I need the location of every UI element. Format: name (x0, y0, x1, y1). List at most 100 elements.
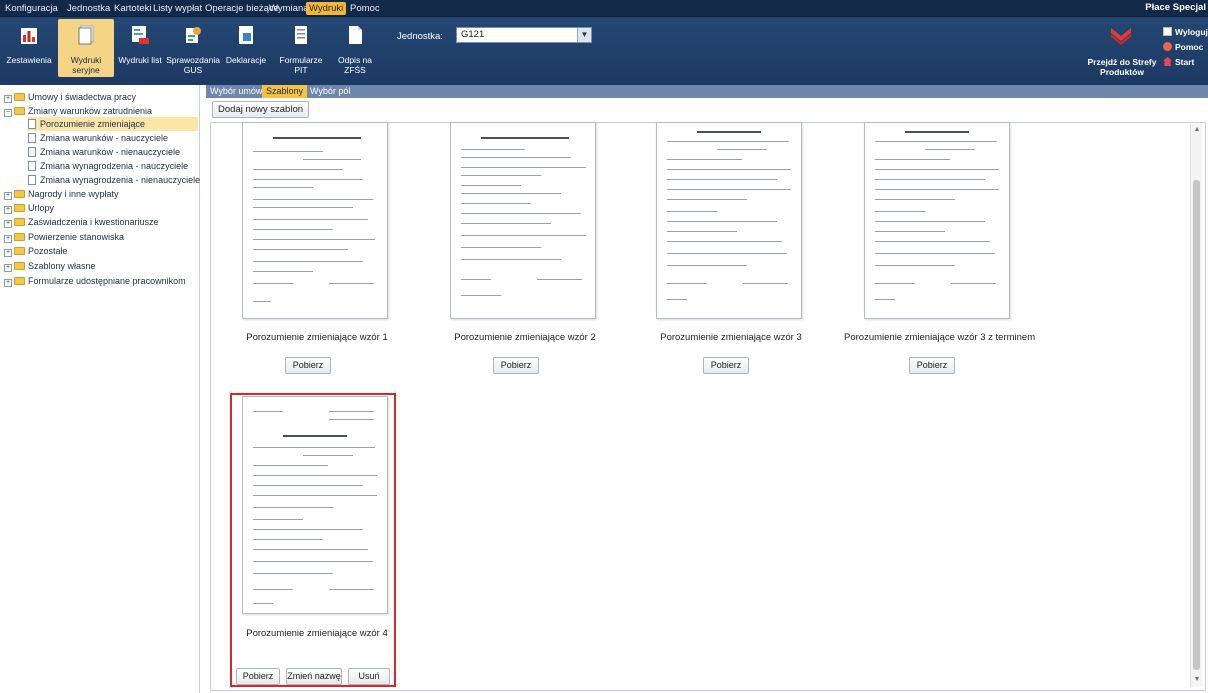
tree-item-porozumienie[interactable]: Porozumienie zmieniające (28, 117, 198, 131)
tree-item-label: Nagrody i inne wypłaty (28, 189, 119, 199)
template-preview[interactable] (656, 122, 802, 319)
tree-item-zmiana-warunkow-nauczyciele[interactable]: Zmiana warunków - nauczyciele (28, 131, 168, 145)
expand-icon[interactable]: + (4, 192, 12, 200)
help-link[interactable]: Pomoc (1163, 42, 1203, 52)
tree-item-label: Zmiany warunków zatrudnienia (28, 106, 153, 116)
help-icon (1163, 42, 1172, 51)
tree-item-powierzenie[interactable]: + Powierzenie stanowiska (4, 230, 124, 244)
document-icon (28, 147, 36, 157)
tree-item-label: Pozostałe (28, 246, 68, 256)
tab-wybor-pol[interactable]: Wybór pól (306, 85, 354, 98)
tree-item-urlopy[interactable]: + Urlopy (4, 201, 54, 215)
folder-icon (14, 218, 25, 226)
folder-icon (14, 107, 25, 115)
gus-report-icon (186, 27, 201, 43)
document-icon (28, 133, 36, 143)
vertical-scrollbar[interactable]: ▲ ▼ (1190, 124, 1202, 687)
download-button[interactable]: Pobierz (493, 357, 539, 374)
tree-item-label: Powierzenie stanowiska (28, 232, 125, 242)
tree-item-label: Zmiana warunków - nauczyciele (40, 133, 169, 143)
menu-wydruki[interactable]: Wydruki (306, 2, 347, 15)
tree-item-zmiana-warunkow-nienauczyciele[interactable]: Zmiana warunków - nienauczyciele (28, 145, 180, 159)
top-bar: Konfiguracja Jednostka Kartoteki Listy w… (0, 0, 1208, 85)
menu-listy-wyplat[interactable]: Listy wypłat (150, 2, 205, 15)
toolbar-wydruki-list-button[interactable]: Wydruki list (116, 19, 164, 77)
collapse-icon[interactable]: − (4, 109, 12, 117)
menu-konfiguracja[interactable]: Konfiguracja (2, 2, 61, 15)
toolbar-label: Odpis na ZFŚS (337, 55, 373, 75)
tree-item-zmiana-wynagrodzenia-nauczyciele[interactable]: Zmiana wynagrodzenia - nauczyciele (28, 159, 188, 173)
download-button[interactable]: Pobierz (236, 668, 280, 685)
tree-item-label: Szablony własne (28, 261, 96, 271)
toolbar-deklaracje-button[interactable]: Deklaracje (222, 19, 270, 77)
expand-icon[interactable]: + (4, 235, 12, 243)
toolbar-label: Deklaracje (225, 55, 267, 65)
toolbar-label: Zestawienia (6, 55, 52, 65)
help-label: Pomoc (1175, 42, 1204, 52)
menu-jednostka[interactable]: Jednostka (64, 2, 113, 15)
chevron-down-icon[interactable]: ▼ (577, 28, 591, 42)
rename-button[interactable]: Zmień nazwę (286, 668, 342, 685)
download-button[interactable]: Pobierz (285, 357, 331, 374)
add-template-button[interactable]: Dodaj nowy szablon (212, 101, 310, 118)
zfss-icon (349, 26, 362, 44)
tree-item-label: Zaświadczenia i kwestionariusze (28, 217, 159, 227)
delete-button[interactable]: Usuń (348, 668, 390, 685)
menu-wymiana[interactable]: Wymiana (266, 2, 312, 15)
menu-pomoc[interactable]: Pomoc (347, 2, 383, 15)
strefy-label: Przejdź do Strefy Produktów (1087, 57, 1157, 77)
expand-icon[interactable]: + (4, 249, 12, 257)
tab-bar: Wybór umów Szablony Wybór pól (206, 85, 1208, 98)
template-preview[interactable] (864, 122, 1010, 319)
template-preview[interactable] (450, 122, 596, 319)
home-icon (1163, 57, 1172, 66)
toolbar-formularze-pit-button[interactable]: Formularze PIT (272, 19, 330, 77)
pdf-list-icon (132, 26, 149, 44)
tree-item-zmiany-warunkow[interactable]: − Zmiany warunków zatrudnienia (4, 104, 152, 118)
tree-item-nagrody[interactable]: + Nagrody i inne wypłaty (4, 187, 119, 201)
tree-item-label: Zmiana warunków - nienauczyciele (40, 147, 181, 157)
bar-chart-icon (21, 28, 37, 44)
menu-kartoteki[interactable]: Kartoteki (111, 2, 155, 15)
folder-icon (14, 93, 25, 101)
toolbar-label: Wydruki seryjne (70, 55, 102, 75)
tree-item-formularze-udostepniane[interactable]: + Formularze udostępniane pracownikom (4, 274, 186, 288)
document-icon (28, 175, 36, 185)
expand-icon[interactable]: + (4, 264, 12, 272)
strefy-produktow-button[interactable]: Przejdź do Strefy Produktów (1088, 19, 1156, 79)
jednostka-select[interactable]: G121 ▼ (456, 27, 592, 43)
expand-icon[interactable]: + (4, 95, 12, 103)
chevron-down-icon (1111, 28, 1131, 45)
folder-icon (14, 247, 25, 255)
scroll-down-icon[interactable]: ▼ (1193, 676, 1201, 684)
folder-icon (14, 204, 25, 212)
logout-link[interactable]: Wyloguj s (1163, 27, 1208, 37)
tree-item-zmiana-wynagrodzenia-nienauczyciele[interactable]: Zmiana wynagrodzenia - nienauczyciele (28, 173, 200, 187)
template-preview[interactable] (242, 122, 388, 319)
tree-item-szablony-wlasne[interactable]: + Szablony własne (4, 259, 96, 273)
tree-item-pozostale[interactable]: + Pozostałe (4, 244, 68, 258)
expand-icon[interactable]: + (4, 220, 12, 228)
download-button[interactable]: Pobierz (909, 357, 955, 374)
tab-wybor-umow[interactable]: Wybór umów (206, 85, 266, 98)
start-link[interactable]: Start (1163, 57, 1194, 67)
download-button[interactable]: Pobierz (703, 357, 749, 374)
toolbar-odpis-zfss-button[interactable]: Odpis na ZFŚS (330, 19, 380, 77)
logout-icon (1163, 27, 1172, 36)
tree-item-label: Urlopy (28, 203, 55, 213)
toolbar-zestawienia-button[interactable]: Zestawienia (0, 19, 58, 77)
scroll-up-icon[interactable]: ▲ (1193, 126, 1201, 134)
document-icon (28, 161, 36, 171)
toolbar-wydruki-seryjne-button[interactable]: Wydruki seryjne (58, 19, 114, 77)
scroll-thumb[interactable] (1193, 180, 1200, 670)
template-name: Porozumienie zmieniające wzór 3 (660, 332, 802, 343)
expand-icon[interactable]: + (4, 279, 12, 287)
expand-icon[interactable]: + (4, 206, 12, 214)
tree-item-label: Zmiana wynagrodzenia - nienauczyciele (40, 175, 201, 185)
template-name: Porozumienie zmieniające wzór 2 (454, 332, 596, 343)
tree-item-zaswiadczenia[interactable]: + Zaświadczenia i kwestionariusze (4, 215, 159, 229)
tab-szablony[interactable]: Szablony (262, 85, 308, 98)
tree-item-umowy[interactable]: + Umowy i świadectwa pracy (4, 90, 136, 104)
toolbar-sprawozdania-gus-button[interactable]: Sprawozdania GUS (166, 19, 220, 77)
template-preview[interactable] (242, 396, 388, 614)
